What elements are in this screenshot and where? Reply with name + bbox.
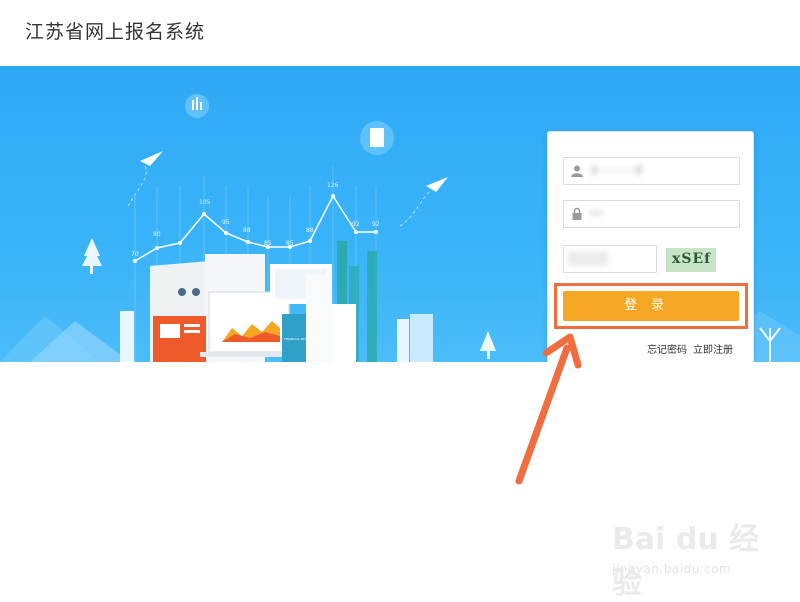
baidu-watermark: Bai du 经验 jingyan.baidu.com — [612, 514, 772, 601]
annotation-arrow — [515, 333, 582, 485]
watermark-url: jingyan.baidu.com — [612, 562, 732, 576]
watermark-brand: Bai du 经验 — [612, 522, 760, 601]
